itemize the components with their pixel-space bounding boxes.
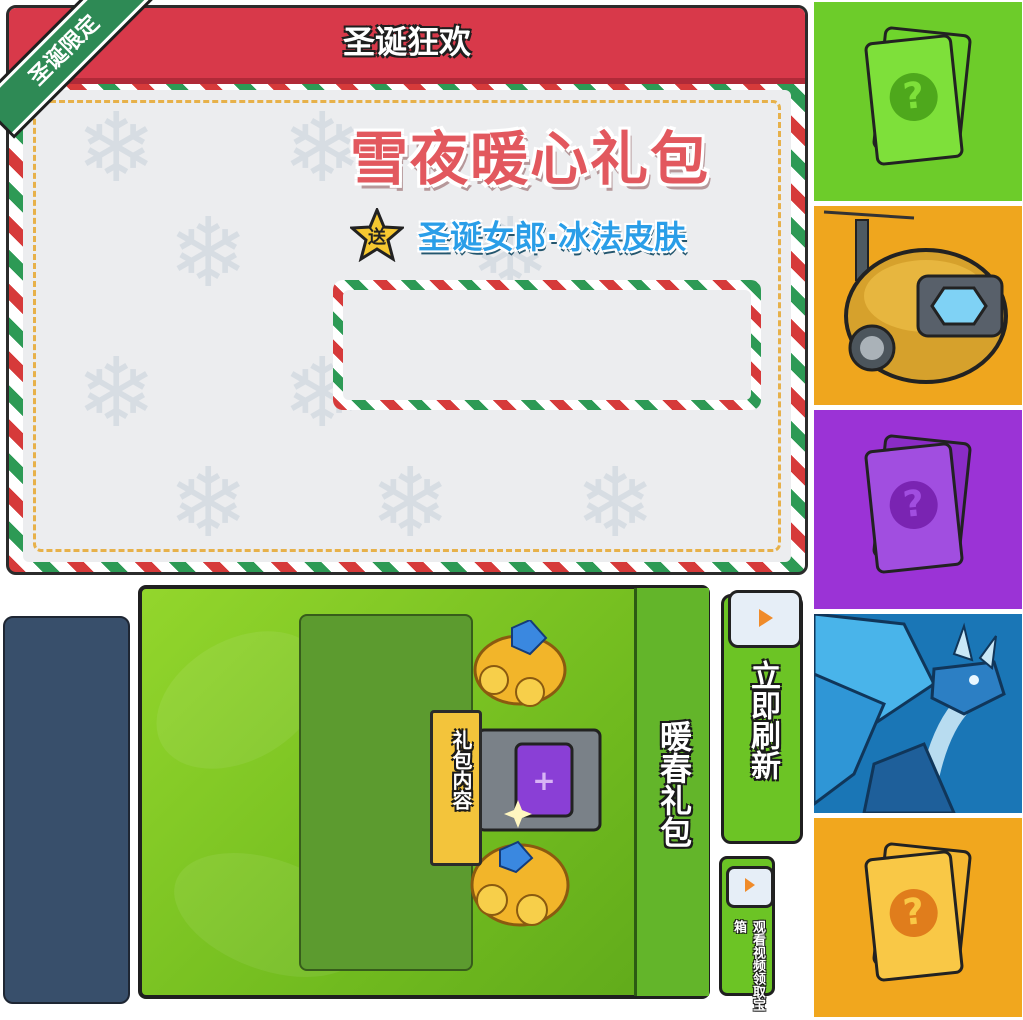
snowflake-icon: ❄	[168, 197, 249, 309]
gift-star-icon: 送	[350, 208, 404, 262]
mystery-card-tile-green[interactable]: ?	[814, 2, 1022, 201]
gift-badge-text: 送	[367, 226, 387, 248]
refresh-label: 立即刷新	[745, 660, 780, 780]
card-front: ?	[863, 441, 965, 575]
ice-dragon-icon	[814, 614, 1022, 813]
contents-label: 礼包内容	[449, 730, 473, 810]
mech-pod-icon	[823, 210, 1008, 384]
play-icon	[745, 878, 755, 892]
mech-pod-tile[interactable]	[814, 206, 1022, 405]
question-icon: ?	[887, 886, 941, 940]
video-tv-icon	[726, 866, 774, 908]
pack-title: 雪夜暖心礼包	[350, 125, 711, 193]
card-front: ?	[863, 849, 965, 983]
question-icon: ?	[887, 70, 941, 124]
snowflake-icon: ❄	[575, 447, 656, 559]
treasure-chest-icon: +	[470, 620, 602, 927]
watch-video-label: 观看视频领取宝箱	[731, 920, 765, 1011]
card-front: ?	[863, 33, 965, 167]
snowflake-icon: ❄	[76, 337, 157, 449]
gift-description: 圣诞女郎·冰法皮肤	[418, 218, 687, 256]
snowflake-icon: ❄	[370, 447, 451, 559]
svg-text:+: +	[532, 764, 555, 797]
pack-name-label: 暖春礼包	[655, 720, 693, 848]
empty-side-panel	[3, 616, 130, 1004]
play-icon	[759, 609, 773, 627]
snowflake-icon: ❄	[168, 447, 249, 559]
reward-slot-area	[343, 290, 751, 400]
ice-dragon-tile[interactable]	[814, 614, 1022, 813]
question-icon: ?	[887, 478, 941, 532]
mystery-card-tile-orange[interactable]: ?	[814, 818, 1022, 1017]
video-tv-icon	[728, 590, 802, 648]
snowflake-icon: ❄	[76, 92, 157, 204]
mystery-card-tile-purple[interactable]: ?	[814, 410, 1022, 609]
